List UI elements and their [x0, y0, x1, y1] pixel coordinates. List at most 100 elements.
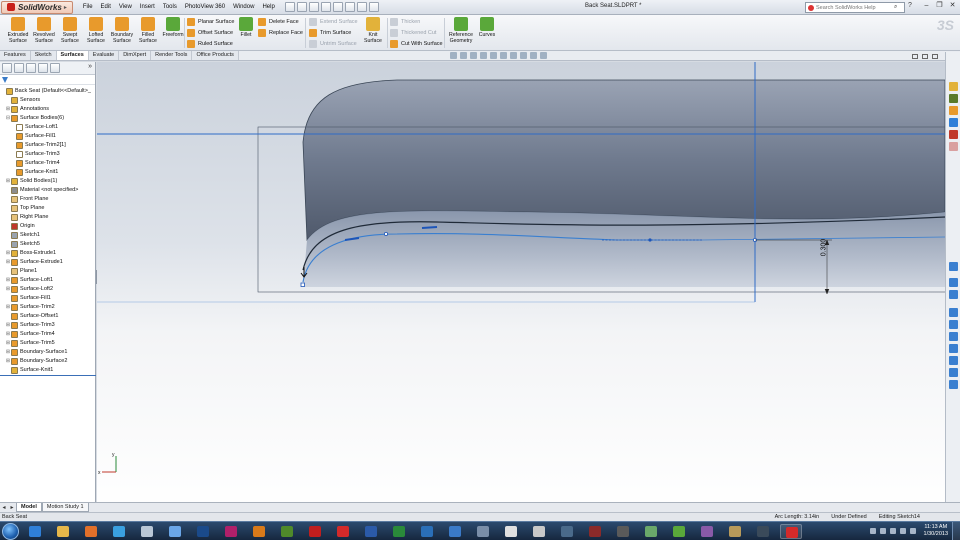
- dimension-value[interactable]: 0.300: [820, 239, 827, 257]
- sketch-tool-icon[interactable]: [949, 332, 958, 341]
- restore-icon[interactable]: ❐: [934, 1, 945, 12]
- revolved-surface-button[interactable]: Revolved Surface: [31, 17, 57, 44]
- tree-item[interactable]: Surface-Knit1: [0, 366, 95, 375]
- taskbar-fish[interactable]: [556, 524, 578, 539]
- section-view-icon[interactable]: [480, 52, 487, 59]
- tree-item[interactable]: ⊞ Boundary-Surface1: [0, 348, 95, 357]
- sketch-tool-icon[interactable]: [949, 368, 958, 377]
- sketch-tool-icon[interactable]: [949, 290, 958, 299]
- taskbar-solidworks[interactable]: [332, 524, 354, 539]
- taskbar-steam[interactable]: [752, 524, 774, 539]
- tray-app-icon[interactable]: [879, 528, 886, 534]
- solidworks-menu-button[interactable]: SolidWorks ▸: [1, 0, 73, 14]
- select-icon[interactable]: [344, 2, 355, 12]
- taskbar-explorer[interactable]: [52, 524, 74, 539]
- sketch-tool-icon[interactable]: [949, 380, 958, 389]
- tree-item[interactable]: ⊞ Surface-Trim5: [0, 339, 95, 348]
- tree-item[interactable]: Surface-Loft1: [0, 123, 95, 132]
- taskbar-photoshop[interactable]: [192, 524, 214, 539]
- planar-surface-button[interactable]: Planar Surface: [187, 17, 234, 27]
- view-settings-icon[interactable]: [540, 52, 547, 59]
- new-document-icon[interactable]: [284, 2, 295, 12]
- swept-surface-button[interactable]: Swept Surface: [57, 17, 83, 44]
- lofted-surface-button[interactable]: Lofted Surface: [83, 17, 109, 44]
- file-explorer-icon[interactable]: [949, 106, 958, 115]
- view-palette-icon[interactable]: [949, 118, 958, 127]
- taskbar-character[interactable]: [640, 524, 662, 539]
- menu-insert[interactable]: Insert: [136, 4, 159, 10]
- taskbar-acrobat[interactable]: [304, 524, 326, 539]
- tree-item[interactable]: ⊟ Surface Bodies(6): [0, 114, 95, 123]
- options-icon[interactable]: [368, 2, 379, 12]
- boundary-surface-button[interactable]: Boundary Surface: [109, 17, 135, 44]
- menu-file[interactable]: File: [79, 4, 97, 10]
- appearances-icon[interactable]: [949, 130, 958, 139]
- tree-item[interactable]: Front Plane: [0, 195, 95, 204]
- save-icon[interactable]: [308, 2, 319, 12]
- tree-item[interactable]: ⊞ Surface-Trim2: [0, 303, 95, 312]
- cut-with-surface-button[interactable]: Cut With Surface: [390, 39, 443, 49]
- tree-item[interactable]: Surface-Trim4: [0, 159, 95, 168]
- tree-item[interactable]: Surface-Knit1: [0, 168, 95, 177]
- design-library-icon[interactable]: [949, 94, 958, 103]
- taskbar-firefox[interactable]: [80, 524, 102, 539]
- ruled-surface-button[interactable]: Ruled Surface: [187, 39, 233, 49]
- tree-item[interactable]: Surface-Fill1: [0, 132, 95, 141]
- tree-item[interactable]: Right Plane: [0, 213, 95, 222]
- sketch-tool-icon[interactable]: [949, 308, 958, 317]
- delete-face-button[interactable]: Delete Face: [258, 17, 299, 27]
- taskbar-excel[interactable]: [388, 524, 410, 539]
- tree-item[interactable]: Surface-Offset1: [0, 312, 95, 321]
- tree-item[interactable]: Sketch5: [0, 240, 95, 249]
- tree-item[interactable]: ⊞ Boundary-Surface2: [0, 357, 95, 366]
- viewport-minimize-icon[interactable]: [912, 54, 918, 59]
- minimize-icon[interactable]: –: [921, 1, 932, 12]
- panel-more-icon[interactable]: »: [88, 63, 92, 73]
- edit-appearance-icon[interactable]: [520, 52, 527, 59]
- taskbar-alien[interactable]: [696, 524, 718, 539]
- taskbar-word[interactable]: [360, 524, 382, 539]
- knit-surface-button[interactable]: Knit Surface: [361, 17, 385, 44]
- tab-render-tools[interactable]: Render Tools: [151, 51, 193, 60]
- show-desktop-button[interactable]: [952, 522, 960, 540]
- sketch-tool-icon[interactable]: [949, 356, 958, 365]
- sketch-tool-icon[interactable]: [949, 344, 958, 353]
- menu-photoview-360[interactable]: PhotoView 360: [181, 4, 229, 10]
- curves-button[interactable]: Curves: [475, 17, 499, 38]
- taskbar-itunes[interactable]: [164, 524, 186, 539]
- taskbar-sketchup[interactable]: [416, 524, 438, 539]
- viewport-close-icon[interactable]: [932, 54, 938, 59]
- taskbar-monster[interactable]: [668, 524, 690, 539]
- print-icon[interactable]: [320, 2, 331, 12]
- reference-geometry-button[interactable]: Reference Geometry: [447, 17, 475, 44]
- taskbar-game[interactable]: [528, 524, 550, 539]
- trim-surface-button[interactable]: Trim Surface: [309, 28, 351, 38]
- feature-manager-tab-icon[interactable]: [2, 63, 12, 73]
- taskbar-ie[interactable]: [24, 524, 46, 539]
- tab-dimxpert[interactable]: DimXpert: [119, 51, 152, 60]
- tree-item[interactable]: Surface-Fill1: [0, 294, 95, 303]
- menu-window[interactable]: Window: [229, 4, 258, 10]
- tab-surfaces[interactable]: Surfaces: [56, 51, 89, 60]
- tree-item[interactable]: ⊞ Solid Bodies(1): [0, 177, 95, 186]
- search-input[interactable]: [816, 4, 894, 11]
- taskbar-illustrator[interactable]: [248, 524, 270, 539]
- menu-edit[interactable]: Edit: [97, 4, 115, 10]
- help-icon[interactable]: ?: [908, 2, 912, 9]
- start-button[interactable]: [2, 523, 19, 540]
- tree-item[interactable]: Sensors: [0, 96, 95, 105]
- tab-model[interactable]: Model: [16, 503, 42, 512]
- undo-icon[interactable]: [332, 2, 343, 12]
- tab-features[interactable]: Features: [0, 51, 31, 60]
- zoom-to-fit-icon[interactable]: [450, 52, 457, 59]
- filled-surface-button[interactable]: Filled Surface: [135, 17, 161, 44]
- tree-item[interactable]: Top Plane: [0, 204, 95, 213]
- taskbar-car[interactable]: [584, 524, 606, 539]
- extruded-surface-button[interactable]: Extruded Surface: [5, 17, 31, 44]
- menu-view[interactable]: View: [115, 4, 136, 10]
- tray-volume-icon[interactable]: [899, 528, 906, 534]
- taskbar-dreamweaver[interactable]: [276, 524, 298, 539]
- view-orientation-icon[interactable]: [490, 52, 497, 59]
- sketch-tool-icon[interactable]: [949, 278, 958, 287]
- tree-item[interactable]: ⊞ Annotations: [0, 105, 95, 114]
